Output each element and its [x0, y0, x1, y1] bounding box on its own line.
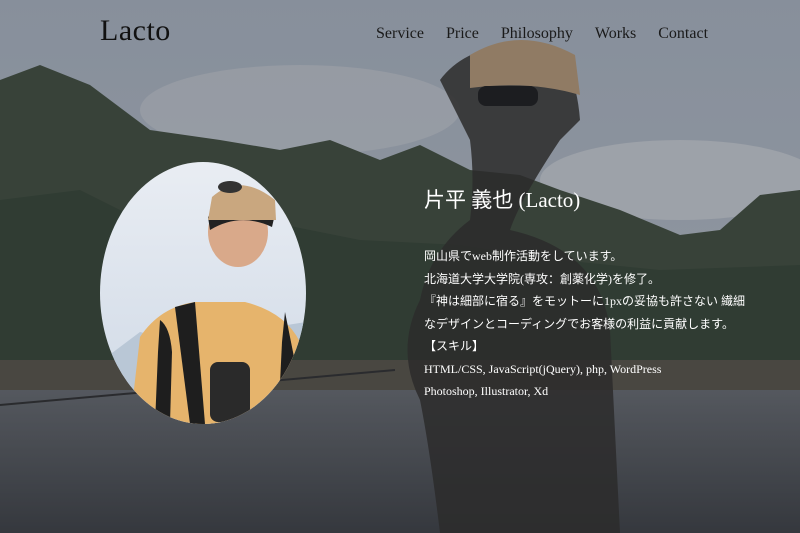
site-header: Lacto Service Price Philosophy Works Con… [0, 0, 800, 70]
site-logo[interactable]: Lacto [100, 14, 171, 48]
profile-name: 片平 義也 (Lacto) [424, 188, 581, 212]
nav-link-contact[interactable]: Contact [658, 25, 708, 43]
bio-line: 『神は細部に宿る』をモットーに1pxの妥協も許さない 繊細 [424, 294, 746, 308]
bio-line: 北海道大学大学院(専攻：創薬化学)を修了。 [424, 271, 660, 286]
nav-link-price[interactable]: Price [446, 25, 479, 43]
skills-line: HTML/CSS, JavaScript(jQuery), php, WordP… [424, 361, 662, 376]
profile-avatar [100, 162, 306, 424]
nav-link-philosophy[interactable]: Philosophy [501, 25, 573, 43]
skills-line: Photoshop, Illustrator, Xd [424, 384, 549, 398]
bio-line: なデザインとコーディングでお客様の利益に貢献します。 [424, 316, 734, 331]
nav-link-works[interactable]: Works [595, 25, 636, 43]
skills-heading: 【スキル】 [424, 339, 485, 353]
bio-line: 岡山県でweb制作活動をしています。 [424, 249, 623, 263]
nav-link-service[interactable]: Service [376, 25, 424, 43]
profile-bio: 岡山県でweb制作活動をしています。 北海道大学大学院(専攻：創薬化学)を修了。… [424, 245, 746, 403]
main-nav: Service Price Philosophy Works Contact [376, 25, 708, 43]
